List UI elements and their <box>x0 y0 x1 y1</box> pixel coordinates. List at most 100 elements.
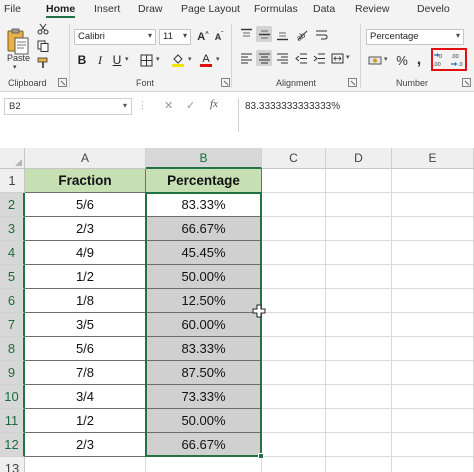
name-box[interactable]: B2 ▾ <box>4 98 132 115</box>
cell-e3[interactable] <box>392 217 474 241</box>
cell-c7[interactable] <box>262 313 326 337</box>
cell-d4[interactable] <box>326 241 392 265</box>
row-header-9[interactable]: 9 <box>0 361 25 385</box>
column-header-a[interactable]: A <box>25 148 146 169</box>
chevron-down-icon[interactable]: ▾ <box>216 55 220 63</box>
select-all-button[interactable] <box>0 148 25 169</box>
cell-e5[interactable] <box>392 265 474 289</box>
cancel-icon[interactable]: ✕ <box>164 99 173 112</box>
font-color-button[interactable]: A <box>198 52 214 68</box>
align-left-button[interactable] <box>238 50 254 66</box>
decrease-indent-button[interactable] <box>293 50 309 66</box>
tab-developer[interactable]: Develo <box>417 3 450 15</box>
number-format-combo[interactable]: Percentage ▾ <box>366 29 464 45</box>
tab-file[interactable]: File <box>4 3 21 15</box>
chevron-down-icon[interactable]: ▾ <box>188 55 192 63</box>
row-header-5[interactable]: 5 <box>0 265 25 289</box>
align-middle-button[interactable] <box>256 26 272 42</box>
cell-a1[interactable]: Fraction <box>25 169 146 193</box>
cell-b1[interactable]: Percentage <box>146 169 262 193</box>
format-painter-button[interactable] <box>36 56 50 70</box>
underline-button[interactable]: U <box>110 52 124 68</box>
align-center-button[interactable] <box>256 50 272 66</box>
cell-c12[interactable] <box>262 433 326 457</box>
wrap-text-button[interactable] <box>313 26 329 42</box>
cell-c3[interactable] <box>262 217 326 241</box>
cell-a11[interactable]: 1/2 <box>25 409 146 433</box>
cell-a3[interactable]: 2/3 <box>25 217 146 241</box>
cell-b11[interactable]: 50.00% <box>146 409 262 433</box>
cell-d10[interactable] <box>326 385 392 409</box>
cell-a4[interactable]: 4/9 <box>25 241 146 265</box>
chevron-down-icon[interactable]: ▾ <box>156 55 160 63</box>
tab-home[interactable]: Home <box>46 3 75 15</box>
increase-indent-button[interactable] <box>311 50 327 66</box>
cell-e9[interactable] <box>392 361 474 385</box>
column-header-d[interactable]: D <box>326 148 392 169</box>
cell-d7[interactable] <box>326 313 392 337</box>
cell-d11[interactable] <box>326 409 392 433</box>
cell-e10[interactable] <box>392 385 474 409</box>
bold-button[interactable]: B <box>75 52 89 68</box>
cell-d1[interactable] <box>326 169 392 193</box>
cell-d5[interactable] <box>326 265 392 289</box>
cell-b3[interactable]: 66.67% <box>146 217 262 241</box>
cell-b10[interactable]: 73.33% <box>146 385 262 409</box>
cell-e4[interactable] <box>392 241 474 265</box>
cell-a10[interactable]: 3/4 <box>25 385 146 409</box>
cell-c5[interactable] <box>262 265 326 289</box>
font-name-combo[interactable]: Calibri ▾ <box>74 29 156 45</box>
copy-button[interactable] <box>36 39 50 53</box>
comma-style-button[interactable]: , <box>412 51 426 69</box>
tab-insert[interactable]: Insert <box>94 3 120 15</box>
row-header-7[interactable]: 7 <box>0 313 25 337</box>
cell-d6[interactable] <box>326 289 392 313</box>
cell-b13[interactable] <box>146 457 262 472</box>
cell-e13[interactable] <box>392 457 474 472</box>
clipboard-dialog-launcher-icon[interactable] <box>58 78 67 87</box>
column-header-c[interactable]: C <box>262 148 326 169</box>
increase-font-size-button[interactable]: A^ <box>196 29 210 45</box>
insert-function-icon[interactable]: fx <box>210 98 218 110</box>
column-header-e[interactable]: E <box>392 148 474 169</box>
percent-style-button[interactable]: % <box>394 51 410 69</box>
cell-c6[interactable] <box>262 289 326 313</box>
cell-a13[interactable] <box>25 457 146 472</box>
fill-handle[interactable] <box>258 453 264 459</box>
tab-review[interactable]: Review <box>355 3 389 15</box>
row-header-4[interactable]: 4 <box>0 241 25 265</box>
cell-a12[interactable]: 2/3 <box>25 433 146 457</box>
cell-a9[interactable]: 7/8 <box>25 361 146 385</box>
row-header-12[interactable]: 12 <box>0 433 25 457</box>
enter-check-icon[interactable]: ✓ <box>186 99 195 112</box>
cell-e1[interactable] <box>392 169 474 193</box>
row-header-11[interactable]: 11 <box>0 409 25 433</box>
cell-d12[interactable] <box>326 433 392 457</box>
cell-a6[interactable]: 1/8 <box>25 289 146 313</box>
cell-a5[interactable]: 1/2 <box>25 265 146 289</box>
cell-c10[interactable] <box>262 385 326 409</box>
number-dialog-launcher-icon[interactable] <box>462 78 471 87</box>
tab-draw[interactable]: Draw <box>138 3 163 15</box>
cell-c8[interactable] <box>262 337 326 361</box>
chevron-down-icon[interactable]: ▾ <box>125 55 129 63</box>
cell-c11[interactable] <box>262 409 326 433</box>
cell-b9[interactable]: 87.50% <box>146 361 262 385</box>
accounting-format-button[interactable] <box>367 52 383 68</box>
tab-formulas[interactable]: Formulas <box>254 3 298 15</box>
cell-d13[interactable] <box>326 457 392 472</box>
cell-b7[interactable]: 60.00% <box>146 313 262 337</box>
cell-c9[interactable] <box>262 361 326 385</box>
font-size-combo[interactable]: 11 ▾ <box>159 29 191 45</box>
chevron-down-icon[interactable]: ▾ <box>346 53 350 61</box>
align-right-button[interactable] <box>274 50 290 66</box>
row-header-1[interactable]: 1 <box>0 169 25 193</box>
cell-b8[interactable]: 83.33% <box>146 337 262 361</box>
cell-e6[interactable] <box>392 289 474 313</box>
tab-page-layout[interactable]: Page Layout <box>181 3 240 15</box>
cell-a2[interactable]: 5/6 <box>25 193 146 217</box>
cell-b5[interactable]: 50.00% <box>146 265 262 289</box>
merge-center-button[interactable] <box>329 50 345 66</box>
row-header-10[interactable]: 10 <box>0 385 25 409</box>
row-header-8[interactable]: 8 <box>0 337 25 361</box>
